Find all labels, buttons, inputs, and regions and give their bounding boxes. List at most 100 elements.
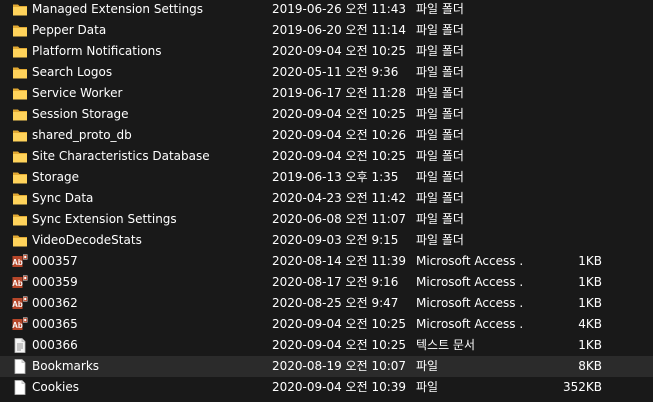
file-row[interactable]: Sync Extension Settings 2020-06-08 오전 11…	[0, 209, 653, 230]
file-row[interactable]: Ab 000362 2020-08-25 오전 9:47 Microsoft A…	[0, 293, 653, 314]
file-row[interactable]: Service Worker 2019-06-17 오전 11:28 파일 폴더	[0, 83, 653, 104]
file-date-modified: 2020-09-04 오전 10:25	[272, 338, 407, 352]
svg-text:Ab: Ab	[12, 321, 23, 330]
file-row[interactable]: VideoDecodeStats 2020-09-03 오전 9:15 파일 폴…	[0, 230, 653, 251]
folder-icon	[12, 191, 28, 206]
file-name: shared_proto_db	[32, 128, 132, 142]
file-type: Microsoft Access ...	[416, 296, 524, 310]
file-date-modified: 2020-09-04 오전 10:25	[272, 149, 407, 163]
file-date-modified: 2020-09-04 오전 10:25	[272, 44, 407, 58]
file-date-modified: 2019-06-26 오전 11:43	[272, 2, 407, 16]
file-date-modified: 2020-08-17 오전 9:16	[272, 275, 399, 289]
file-name: Cookies	[32, 380, 79, 394]
file-date-modified: 2020-09-04 오전 10:25	[272, 317, 407, 331]
folder-icon	[12, 86, 28, 101]
file-list: Managed Extension Settings 2019-06-26 오전…	[0, 0, 653, 398]
file-size: 4KB	[578, 317, 602, 331]
file-icon	[12, 380, 28, 395]
file-row[interactable]: Session Storage 2020-09-04 오전 10:25 파일 폴…	[0, 104, 653, 125]
file-type: 파일 폴더	[416, 212, 464, 226]
file-name: Bookmarks	[32, 359, 100, 373]
file-type: 텍스트 문서	[416, 338, 476, 352]
file-size: 1KB	[578, 254, 602, 268]
access-file-icon: Ab	[12, 254, 28, 269]
folder-icon	[12, 44, 28, 59]
file-date-modified: 2020-04-23 오전 11:42	[272, 191, 407, 205]
file-type: 파일 폴더	[416, 65, 464, 79]
file-date-modified: 2020-09-03 오전 9:15	[272, 233, 399, 247]
file-date-modified: 2020-09-04 오전 10:26	[272, 128, 407, 142]
file-row[interactable]: Ab 000359 2020-08-17 오전 9:16 Microsoft A…	[0, 272, 653, 293]
svg-text:Ab: Ab	[12, 300, 23, 309]
access-file-icon: Ab	[12, 275, 28, 290]
file-name: 000366	[32, 338, 78, 352]
file-size: 1KB	[578, 338, 602, 352]
file-date-modified: 2019-06-17 오전 11:28	[272, 86, 407, 100]
folder-icon	[12, 65, 28, 80]
file-date-modified: 2020-09-04 오전 10:25	[272, 107, 407, 121]
file-date-modified: 2019-06-20 오전 11:14	[272, 23, 407, 37]
file-name: Session Storage	[32, 107, 129, 121]
file-type: 파일	[416, 380, 439, 394]
file-type: 파일 폴더	[416, 23, 464, 37]
file-name: Service Worker	[32, 86, 123, 100]
text-file-icon	[12, 338, 28, 353]
file-row[interactable]: Sync Data 2020-04-23 오전 11:42 파일 폴더	[0, 188, 653, 209]
file-size: 352KB	[562, 380, 602, 394]
file-date-modified: 2020-05-11 오전 9:36	[272, 65, 399, 79]
file-type: 파일 폴더	[416, 233, 464, 247]
file-type: 파일 폴더	[416, 128, 464, 142]
access-file-icon: Ab	[12, 317, 28, 332]
folder-icon	[12, 23, 28, 38]
file-row[interactable]: Pepper Data 2019-06-20 오전 11:14 파일 폴더	[0, 20, 653, 41]
file-row[interactable]: Managed Extension Settings 2019-06-26 오전…	[0, 0, 653, 20]
file-name: Pepper Data	[32, 23, 107, 37]
svg-text:Ab: Ab	[12, 279, 23, 288]
file-name: VideoDecodeStats	[32, 233, 142, 247]
file-date-modified: 2020-08-14 오전 11:39	[272, 254, 407, 268]
folder-icon	[12, 149, 28, 164]
file-row[interactable]: Bookmarks 2020-08-19 오전 10:07 파일 8KB	[0, 356, 653, 377]
folder-icon	[12, 233, 28, 248]
file-size: 1KB	[578, 275, 602, 289]
file-date-modified: 2020-08-25 오전 9:47	[272, 296, 399, 310]
file-size: 1KB	[578, 296, 602, 310]
file-name: 000362	[32, 296, 78, 310]
file-size: 8KB	[578, 359, 602, 373]
file-name: Managed Extension Settings	[32, 2, 204, 16]
file-name: 000365	[32, 317, 78, 331]
folder-icon	[12, 128, 28, 143]
file-type: Microsoft Access ...	[416, 275, 524, 289]
svg-text:Ab: Ab	[12, 258, 23, 267]
file-row[interactable]: Search Logos 2020-05-11 오전 9:36 파일 폴더	[0, 62, 653, 83]
file-type: 파일 폴더	[416, 86, 464, 100]
file-name: Sync Data	[32, 191, 94, 205]
file-row[interactable]: shared_proto_db 2020-09-04 오전 10:26 파일 폴…	[0, 125, 653, 146]
file-row[interactable]: Platform Notifications 2020-09-04 오전 10:…	[0, 41, 653, 62]
file-date-modified: 2020-08-19 오전 10:07	[272, 359, 407, 373]
file-type: 파일 폴더	[416, 170, 464, 184]
file-type: Microsoft Access ...	[416, 254, 524, 268]
folder-icon	[12, 212, 28, 227]
file-name: Site Characteristics Database	[32, 149, 210, 163]
file-row[interactable]: Cookies 2020-09-04 오전 10:39 파일 352KB	[0, 377, 653, 398]
file-row[interactable]: 000366 2020-09-04 오전 10:25 텍스트 문서 1KB	[0, 335, 653, 356]
file-name: Platform Notifications	[32, 44, 162, 58]
folder-icon	[12, 170, 28, 185]
file-row[interactable]: Storage 2019-06-13 오후 1:35 파일 폴더	[0, 167, 653, 188]
file-icon	[12, 359, 28, 374]
file-type: 파일	[416, 359, 439, 373]
file-type: 파일 폴더	[416, 2, 464, 16]
file-date-modified: 2020-09-04 오전 10:39	[272, 380, 407, 394]
file-row[interactable]: Site Characteristics Database 2020-09-04…	[0, 146, 653, 167]
file-name: Search Logos	[32, 65, 113, 79]
file-row[interactable]: Ab 000357 2020-08-14 오전 11:39 Microsoft …	[0, 251, 653, 272]
file-row[interactable]: Ab 000365 2020-09-04 오전 10:25 Microsoft …	[0, 314, 653, 335]
file-date-modified: 2019-06-13 오후 1:35	[272, 170, 399, 184]
file-date-modified: 2020-06-08 오전 11:07	[272, 212, 407, 226]
file-type: 파일 폴더	[416, 191, 464, 205]
file-name: 000359	[32, 275, 78, 289]
folder-icon	[12, 2, 28, 17]
file-name: Storage	[32, 170, 79, 184]
access-file-icon: Ab	[12, 296, 28, 311]
